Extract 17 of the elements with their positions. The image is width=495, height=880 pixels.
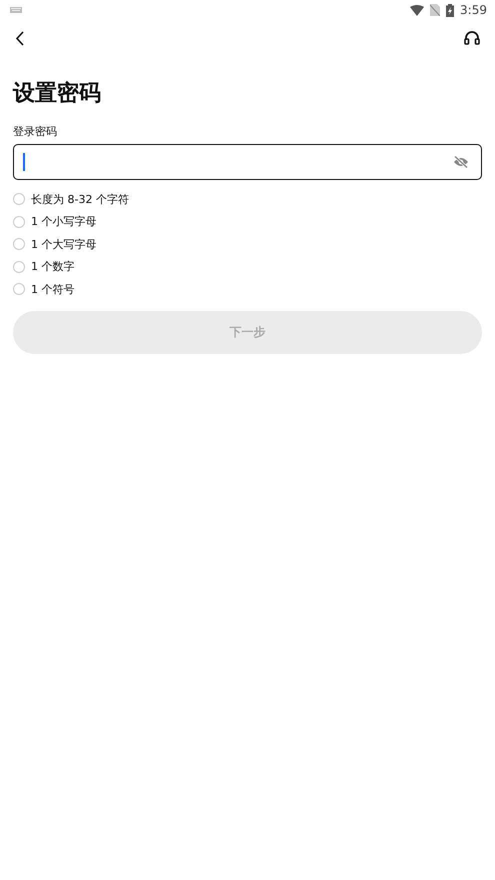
requirement-text: 1 个数字 [31,259,74,274]
keyboard-icon [10,7,22,13]
page-title: 设置密码 [13,80,102,108]
status-time: 3:59 [460,3,487,17]
field-label: 登录密码 [13,124,58,140]
battery-icon [446,4,454,16]
requirement-text: 1 个符号 [31,282,74,297]
password-field[interactable] [13,144,482,180]
headset-icon[interactable] [464,30,480,46]
eye-slash-icon[interactable] [453,156,469,168]
requirement-text: 长度为 8-32 个字符 [31,192,129,207]
requirement-text: 1 个小写字母 [31,214,96,230]
back-icon[interactable] [15,30,24,46]
requirement-text: 1 个大写字母 [31,236,96,252]
wifi-icon [410,4,424,16]
no-sim-icon [430,4,440,16]
text-cursor [23,153,25,171]
